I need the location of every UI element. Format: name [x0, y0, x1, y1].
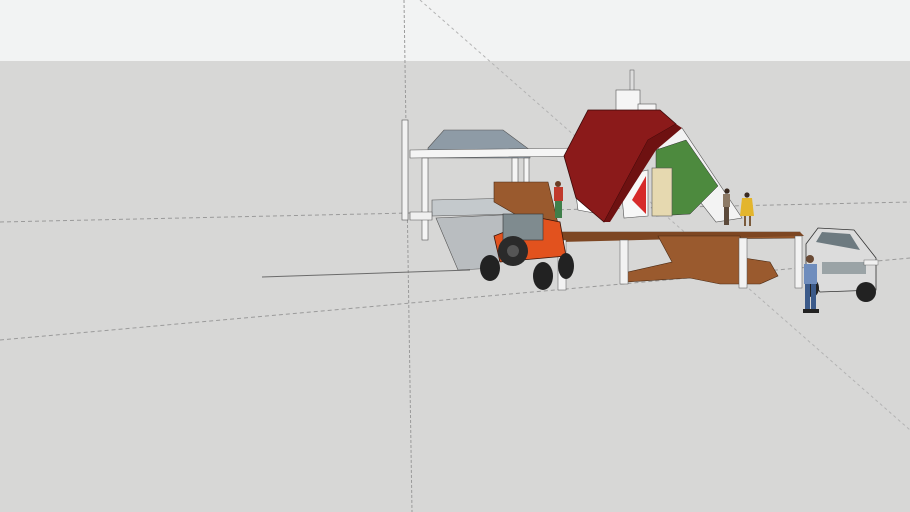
- a-frame-house[interactable]: [563, 69, 743, 223]
- ground-guide-line: [261, 269, 471, 278]
- person-yellow-dress: [740, 192, 754, 226]
- model-viewport[interactable]: [0, 0, 910, 512]
- green-axis-line: [403, 0, 413, 512]
- person-on-deck-left: [554, 181, 563, 218]
